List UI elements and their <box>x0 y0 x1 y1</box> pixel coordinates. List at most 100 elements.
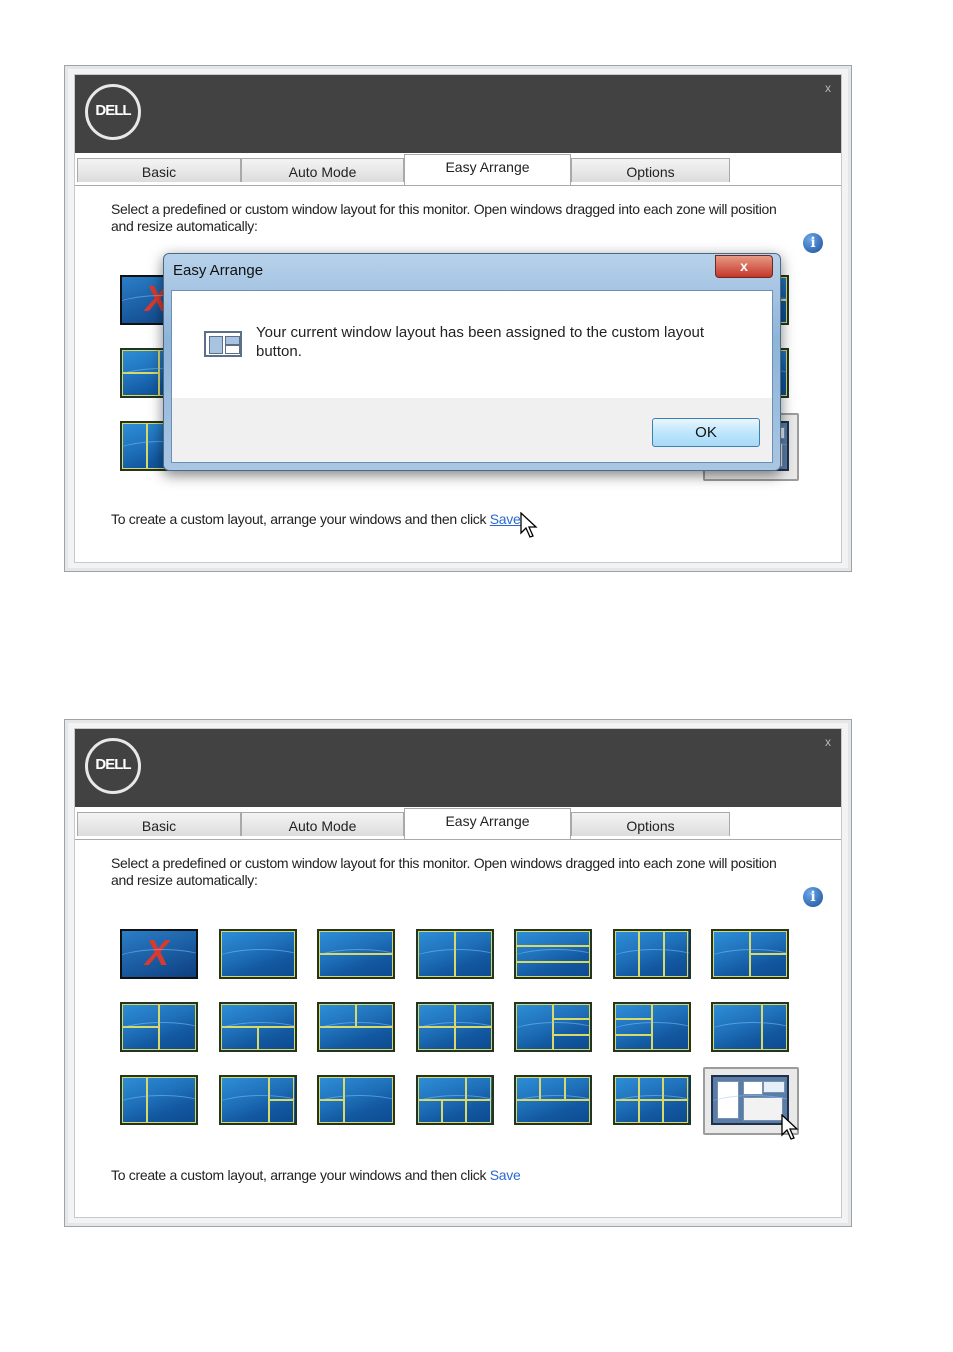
layout-zone <box>614 1004 652 1020</box>
tab-options-2[interactable]: Options <box>571 812 730 836</box>
footer-text-2: To create a custom layout, arrange your … <box>111 1167 487 1183</box>
tab-auto-mode[interactable]: Auto Mode <box>241 158 404 182</box>
layout-zone <box>319 931 393 954</box>
layout-zone <box>220 1004 295 1027</box>
window-content-2: DELL x Basic Auto Mode Easy Arrange Opti… <box>74 728 842 1218</box>
layout-button-6-2[interactable] <box>711 929 789 979</box>
layout-button-12-2[interactable] <box>612 1002 691 1052</box>
layout-description: Select a predefined or custom window lay… <box>111 201 777 234</box>
tab-easy-arrange-2[interactable]: Easy Arrange <box>404 808 571 839</box>
layout-zone <box>638 1100 664 1123</box>
ok-button[interactable]: OK <box>652 418 760 447</box>
dialog-title: Easy Arrange <box>173 262 264 279</box>
dialog-body: Your current window layout has been assi… <box>171 290 773 463</box>
info-icon[interactable]: i <box>803 233 823 253</box>
layout-zone <box>417 1077 467 1100</box>
layout-button-3-2[interactable] <box>415 929 494 979</box>
custom-layout-footer-2: To create a custom layout, arrange your … <box>111 1167 521 1183</box>
mouse-pointer-icon-2 <box>781 1114 799 1140</box>
tab-basic[interactable]: Basic <box>77 158 241 182</box>
layout-button-2-2[interactable] <box>317 929 395 979</box>
layout-button-15-2[interactable] <box>218 1075 297 1125</box>
layout-button-9-2[interactable] <box>317 1002 395 1052</box>
save-link-2[interactable]: Save <box>490 1167 521 1183</box>
layout-zone <box>638 1077 664 1100</box>
layout-zone <box>319 1100 345 1123</box>
layout-zone <box>319 1004 356 1027</box>
layout-zone <box>466 1077 492 1100</box>
layout-button-17-2[interactable] <box>415 1075 494 1125</box>
layout-zone <box>319 1077 345 1100</box>
info-icon-2[interactable]: i <box>803 887 823 907</box>
layout-zone <box>516 1004 553 1050</box>
dialog-footer: OK <box>172 398 772 462</box>
layout-zone <box>713 1004 762 1050</box>
tab-easy-arrange[interactable]: Easy Arrange <box>404 154 571 185</box>
layout-button-1-2[interactable] <box>218 929 297 979</box>
layout-zone <box>441 1100 467 1123</box>
window-close-button-2[interactable]: x <box>825 735 831 749</box>
layout-button-10-2[interactable] <box>415 1002 494 1052</box>
header-bar: DELL x <box>75 75 841 153</box>
tab-bar-2: Basic Auto Mode Easy Arrange Options i <box>75 807 841 907</box>
no-layout-x-icon: X <box>145 932 170 973</box>
layout-zone <box>356 1004 393 1027</box>
tab-divider <box>75 185 841 186</box>
layout-zone <box>564 1077 590 1100</box>
easy-arrange-dialog: Easy Arrange x Your current window layou… <box>163 253 781 471</box>
layout-zone <box>553 1019 590 1035</box>
layout-zone <box>663 1077 689 1100</box>
layout-zone <box>516 1100 590 1123</box>
layout-button-5-2[interactable] <box>612 929 691 979</box>
dialog-close-button[interactable]: x <box>715 255 773 278</box>
tab-basic-2[interactable]: Basic <box>77 812 241 836</box>
layout-button-11-2[interactable] <box>514 1002 592 1052</box>
tab-auto-mode-2[interactable]: Auto Mode <box>241 812 404 836</box>
layout-zone <box>220 1027 258 1050</box>
custom-layout-icon <box>204 331 242 357</box>
layout-zone <box>614 931 639 977</box>
layout-zone <box>614 1034 652 1050</box>
custom-layout-button-2[interactable] <box>711 1075 789 1125</box>
layout-zone <box>663 1100 689 1123</box>
no-layout-button-2[interactable]: X <box>120 929 198 979</box>
layout-zone <box>257 1027 295 1050</box>
layout-zone <box>122 423 148 469</box>
layout-button-14-2[interactable] <box>120 1075 198 1125</box>
dialog-message: Your current window layout has been assi… <box>256 324 705 360</box>
save-link[interactable]: Save <box>490 511 521 527</box>
dell-logo-2: DELL <box>85 738 141 794</box>
layout-button-13-2[interactable] <box>711 1002 789 1052</box>
logo-text: DELL <box>95 102 131 119</box>
layout-zone <box>220 1077 270 1123</box>
layout-button-19-2[interactable] <box>612 1075 691 1125</box>
layout-zone <box>516 931 590 947</box>
layout-zone <box>553 1004 590 1020</box>
layout-zone <box>269 1077 295 1100</box>
layout-button-16-2[interactable] <box>317 1075 395 1125</box>
layout-zone <box>417 931 455 977</box>
dell-logo: DELL <box>85 84 141 140</box>
layout-zone <box>614 1019 652 1035</box>
layout-zone <box>319 1027 393 1050</box>
layout-zone <box>516 1077 541 1100</box>
custom-layout-footer: To create a custom layout, arrange your … <box>111 511 521 527</box>
layout-zone <box>466 1100 492 1123</box>
layout-zone <box>454 931 492 977</box>
layout-zone <box>454 1027 492 1050</box>
layout-zone <box>454 1004 492 1027</box>
layout-button-18-2[interactable] <box>514 1075 592 1125</box>
layout-button-7-2[interactable] <box>120 1002 198 1052</box>
layout-zone <box>651 1004 689 1050</box>
tab-options[interactable]: Options <box>571 158 730 182</box>
layout-button-4-2[interactable] <box>514 929 592 979</box>
layout-zone <box>638 931 665 977</box>
layout-zone <box>761 1004 787 1050</box>
window-close-button[interactable]: x <box>825 81 831 95</box>
window-content: DELL x Basic Auto Mode Easy Arrange Opti… <box>74 74 842 563</box>
layout-zone <box>122 350 159 373</box>
layout-description-2: Select a predefined or custom window lay… <box>111 855 777 888</box>
layout-button-8-2[interactable] <box>218 1002 297 1052</box>
layout-zone <box>540 1077 565 1100</box>
layout-zone <box>516 946 590 962</box>
